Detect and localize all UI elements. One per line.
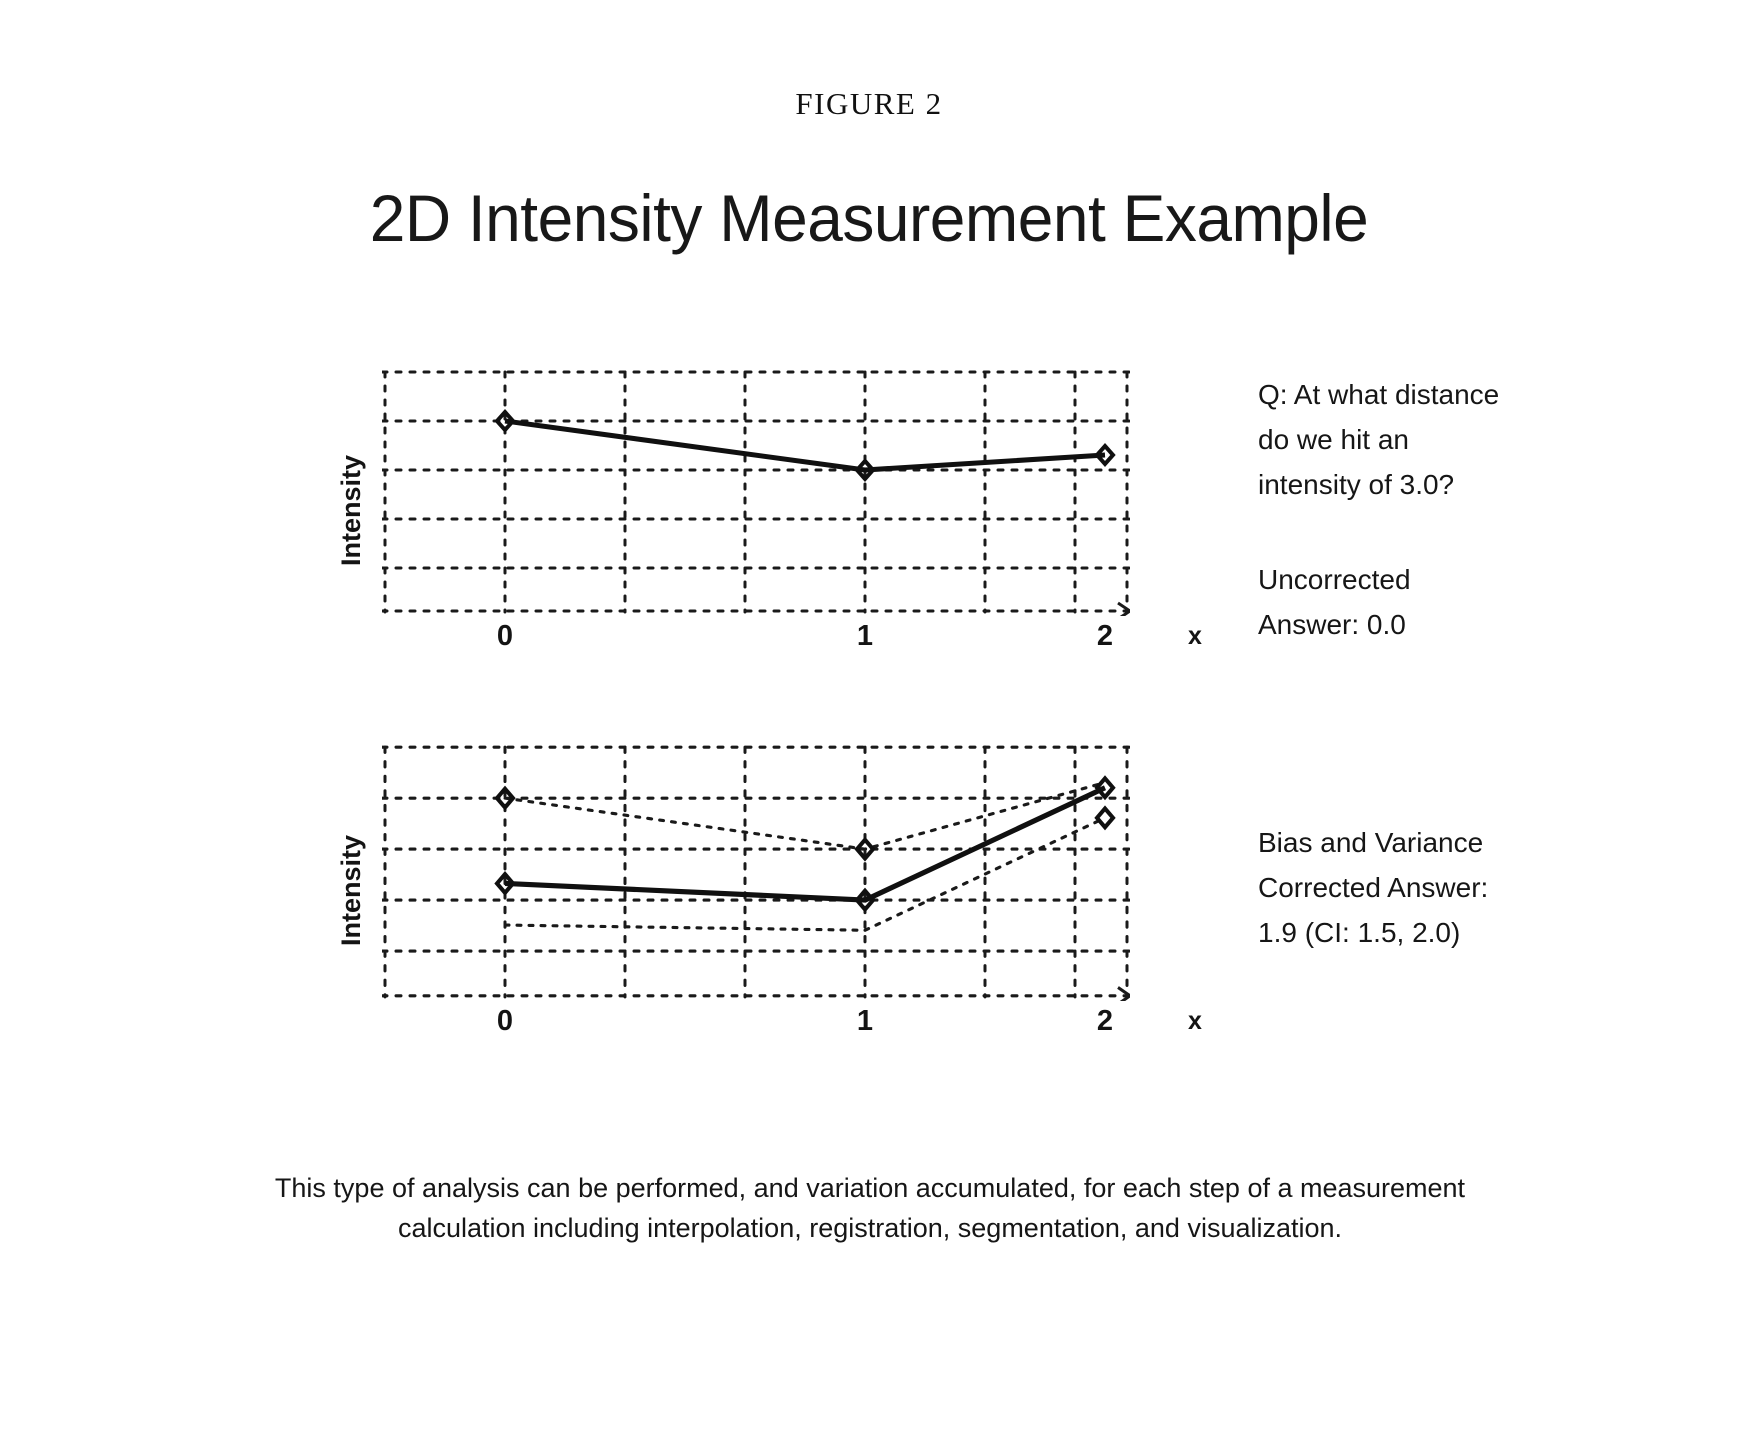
data-line-upper-ci: [503, 780, 1107, 851]
x-tick-0: 0: [496, 620, 514, 652]
caption-line-2: calculation including interpolation, reg…: [397, 1213, 1343, 1243]
x-tick-2: 2: [1096, 620, 1114, 652]
question-line-3: intensity of 3.0?: [1258, 469, 1455, 500]
horizontal-gridlines: [382, 745, 1130, 953]
horizontal-gridlines: [382, 370, 1130, 570]
question-line-2: do we hit an: [1258, 424, 1409, 455]
caption-line-1: This type of analysis can be performed, …: [274, 1173, 1466, 1203]
question-line-1: Q: At what distance: [1258, 379, 1500, 410]
x-tick-2: 2: [1096, 1005, 1114, 1037]
x-tick-1: 1: [856, 620, 874, 652]
x-ticks-uncorrected: 0 1 2 x: [382, 620, 1202, 660]
x-axis-label-uncorrected: x: [1188, 622, 1202, 650]
annotation-corrected-answer: Bias and Variance Corrected Answer: 1.9 …: [1258, 820, 1618, 955]
y-axis-label-text: Intensity: [336, 834, 367, 946]
uncorrected-line-2: Answer: 0.0: [1258, 609, 1406, 640]
plot-svg-uncorrected: [382, 370, 1130, 616]
y-axis-label-text: Intensity: [336, 454, 367, 566]
x-ticks-corrected: 0 1 2 x: [382, 1005, 1202, 1045]
y-axis-title-corrected: Intensity: [330, 735, 374, 1045]
plot-area-uncorrected: [382, 368, 1130, 616]
annotation-question: Q: At what distance do we hit an intensi…: [1258, 372, 1618, 507]
data-line-corrected-mean: [504, 785, 1107, 903]
y-axis-title-uncorrected: Intensity: [330, 360, 374, 660]
corrected-line-1: Bias and Variance: [1258, 827, 1484, 858]
figure-caption: This type of analysis can be performed, …: [110, 1168, 1630, 1248]
figure-label: FIGURE 2: [795, 86, 943, 121]
corrected-line-2: Corrected Answer:: [1258, 872, 1489, 903]
data-line-measured: [504, 418, 1106, 473]
corrected-line-3: 1.9 (CI: 1.5, 2.0): [1258, 917, 1461, 948]
data-line-lower-ci: [503, 816, 1107, 932]
x-tick-1: 1: [856, 1005, 874, 1037]
annotation-uncorrected-answer: Uncorrected Answer: 0.0: [1258, 557, 1618, 647]
chart-corrected: Intensity 0 1 2 x: [330, 735, 1202, 1045]
plot-svg-corrected: [382, 745, 1130, 1001]
plot-area-corrected: [382, 743, 1130, 1001]
x-axis-label-corrected: x: [1188, 1007, 1202, 1035]
page-title: 2D Intensity Measurement Example: [369, 181, 1369, 255]
x-tick-0: 0: [496, 1005, 514, 1037]
vertical-gridlines: [383, 370, 1129, 614]
vertical-gridlines: [383, 745, 1129, 999]
uncorrected-line-1: Uncorrected: [1258, 564, 1411, 595]
chart-uncorrected: Intensity 0 1 2 x: [330, 360, 1202, 660]
